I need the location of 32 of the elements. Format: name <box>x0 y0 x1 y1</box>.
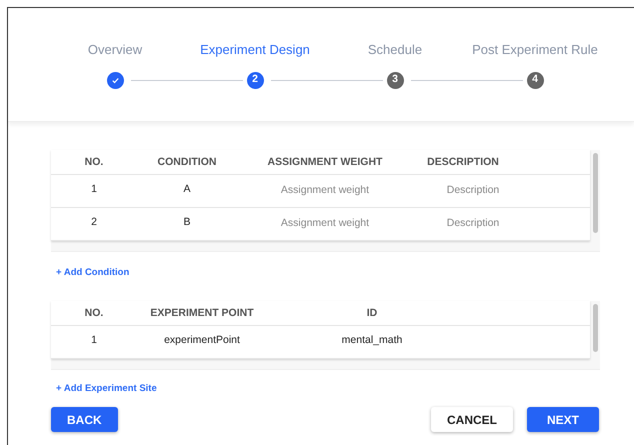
scrollbar-thumb[interactable] <box>592 153 598 233</box>
cancel-button[interactable]: CANCEL <box>430 407 513 432</box>
table-input[interactable]: Assignment weight <box>265 208 385 238</box>
add-experiment-site-link[interactable]: + Add Experiment Site <box>56 382 157 396</box>
column-header: ID <box>366 306 378 321</box>
step-indicator: 2 <box>246 72 264 88</box>
table-input[interactable]: Assignment weight <box>265 175 385 205</box>
table-cell: B <box>183 216 190 228</box>
table-cell: A <box>183 183 190 195</box>
table-input[interactable]: Description <box>413 208 533 238</box>
step-indicator: 4 <box>526 72 544 88</box>
step-label[interactable]: Schedule <box>368 40 422 60</box>
table-input[interactable]: Description <box>413 175 533 205</box>
column-header: CONDITION <box>156 155 218 170</box>
table-cell: 1 <box>91 334 97 346</box>
back-button[interactable]: BACK <box>51 407 118 432</box>
next-button[interactable]: NEXT <box>526 407 599 432</box>
add-condition-link[interactable]: + Add Condition <box>56 266 130 280</box>
table-cell: 1 <box>91 183 97 195</box>
column-header: NO. <box>84 306 104 321</box>
table-cell: mental_math <box>342 334 402 346</box>
step-label[interactable]: Experiment Design <box>200 40 310 60</box>
table-cell: experimentPoint <box>164 334 240 346</box>
column-header: EXPERIMENT POINT <box>149 306 255 321</box>
step-indicator: 3 <box>386 72 404 88</box>
table-cell: 2 <box>91 216 97 228</box>
step-label[interactable]: Overview <box>88 40 142 60</box>
scrollbar-thumb[interactable] <box>592 304 598 352</box>
step-label[interactable]: Post Experiment Rule <box>472 40 598 60</box>
column-header: ASSIGNMENT WEIGHT <box>266 155 384 170</box>
column-header: DESCRIPTION <box>426 155 500 170</box>
column-header: NO. <box>84 155 104 170</box>
